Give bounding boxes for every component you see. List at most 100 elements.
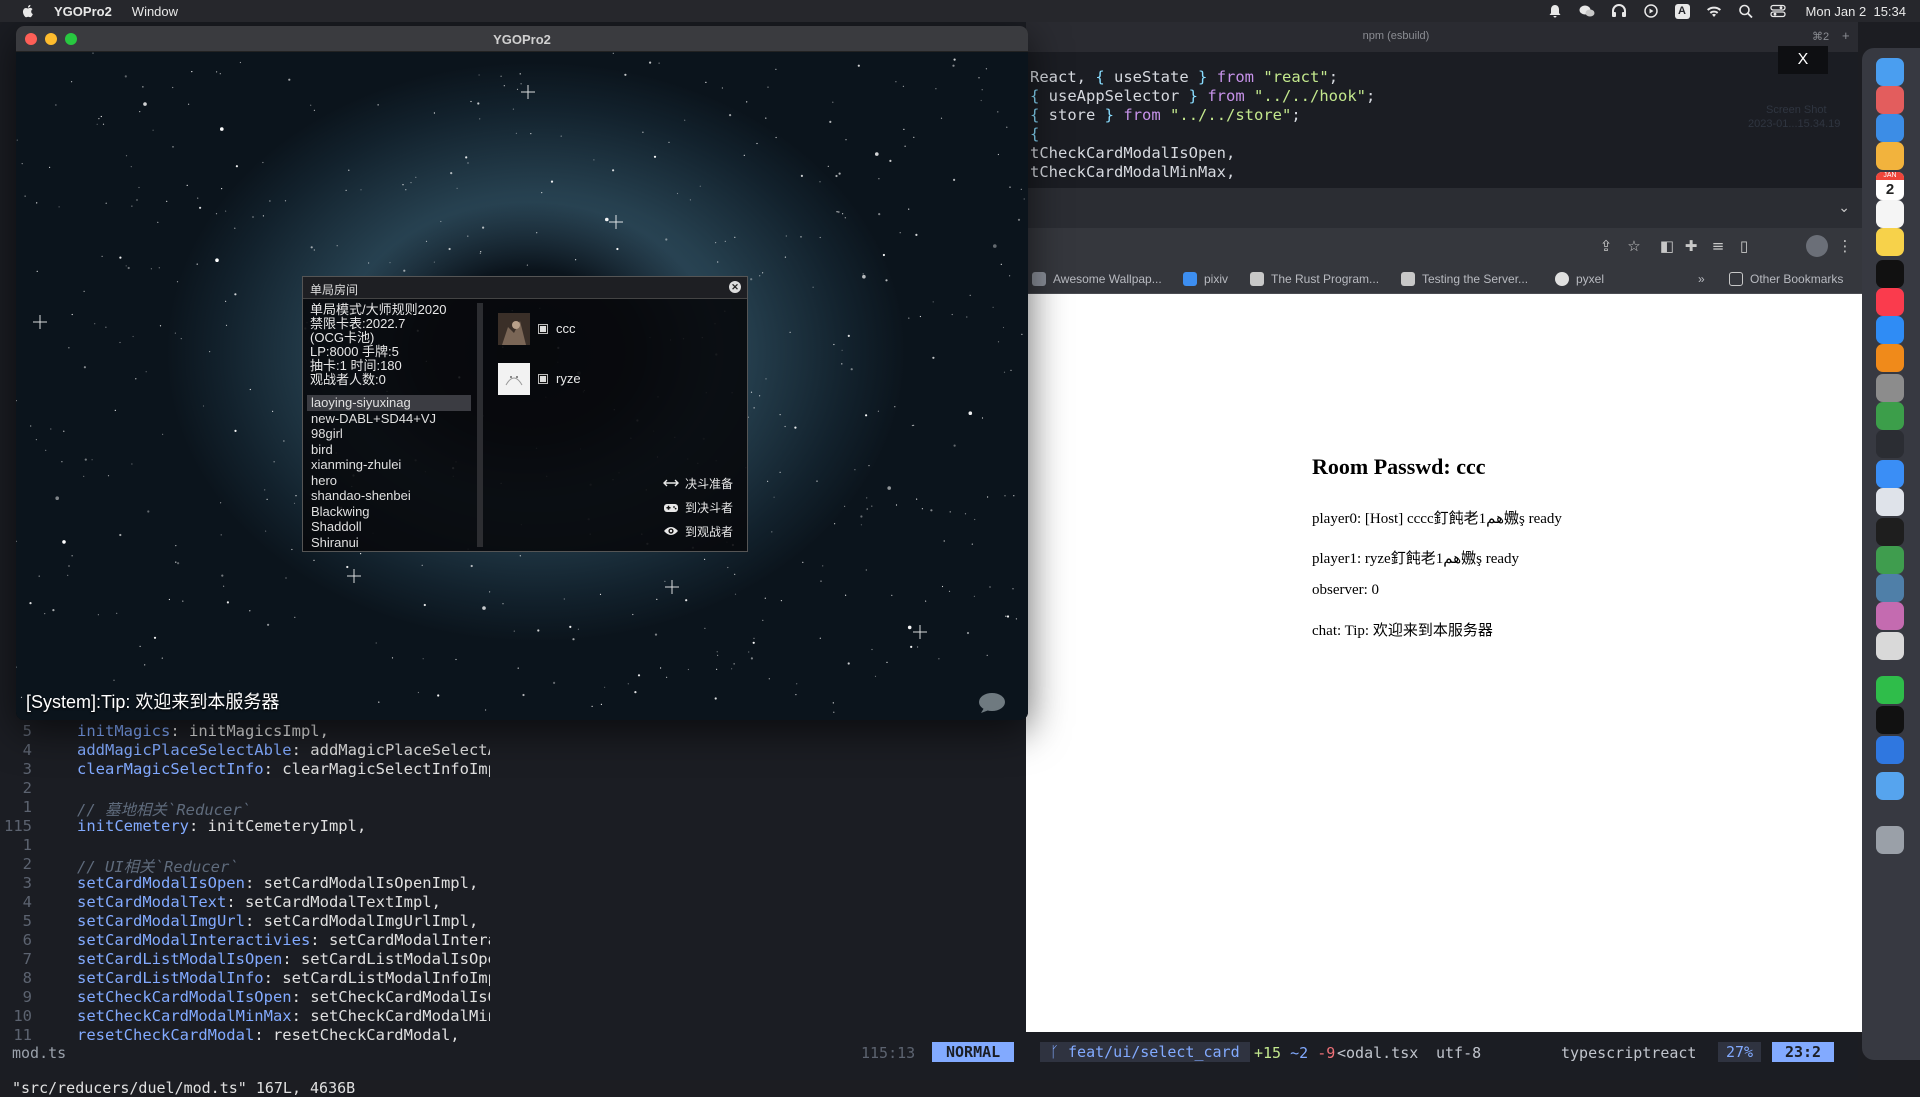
- music-icon[interactable]: [1876, 288, 1904, 316]
- settings-icon[interactable]: [1876, 374, 1904, 402]
- star: [336, 245, 338, 247]
- finder-icon[interactable]: [1876, 58, 1904, 86]
- deck-item[interactable]: xianming-zhulei: [307, 457, 471, 473]
- bookmark-item[interactable]: Testing the Server...: [1401, 272, 1528, 286]
- deck-list[interactable]: laoying-siyuxinag new-DABL+SD44+VJ 98girl b…: [307, 395, 471, 547]
- activity-icon[interactable]: [1876, 430, 1904, 458]
- bell-icon[interactable]: [1547, 4, 1563, 18]
- wechat-icon[interactable]: [1876, 676, 1904, 704]
- star: [978, 77, 980, 79]
- new-tab-icon[interactable]: +: [1842, 28, 1850, 43]
- appstore-icon[interactable]: [1876, 316, 1904, 344]
- appletv-icon[interactable]: [1876, 260, 1904, 288]
- star: [819, 637, 821, 639]
- bookmarks-overflow-icon[interactable]: »: [1698, 272, 1705, 286]
- deck-item[interactable]: Shaddoll: [307, 519, 471, 535]
- qq-icon[interactable]: [1876, 706, 1904, 734]
- terminal-close-button[interactable]: X: [1778, 46, 1828, 74]
- puzzle-icon[interactable]: ✚: [1682, 237, 1700, 255]
- code-line: { useAppSelector } from "../../hook";: [1030, 87, 1376, 105]
- launchpad-icon[interactable]: [1876, 86, 1904, 114]
- input-method-icon[interactable]: A: [1674, 3, 1690, 19]
- wifi-icon[interactable]: [1706, 4, 1722, 18]
- duel-ready-button[interactable]: 决斗准备: [663, 475, 733, 493]
- play-icon[interactable]: [1643, 4, 1659, 18]
- bookmark-item[interactable]: pixiv: [1183, 272, 1228, 286]
- close-icon[interactable]: ✕: [729, 281, 741, 293]
- deck-list-scrollbar[interactable]: [477, 303, 483, 547]
- side-panel-icon[interactable]: ▯: [1735, 237, 1753, 255]
- star: [489, 591, 491, 593]
- game-icon[interactable]: [1876, 574, 1904, 602]
- anime-icon[interactable]: [1876, 602, 1904, 630]
- reminders-icon[interactable]: [1876, 200, 1904, 228]
- deck-item[interactable]: hero: [307, 473, 471, 489]
- star-icon[interactable]: ☆: [1625, 237, 1643, 255]
- star: [313, 249, 315, 251]
- ready-checkbox[interactable]: [538, 324, 548, 334]
- control-center-icon[interactable]: [1769, 4, 1786, 18]
- other-bookmarks[interactable]: Other Bookmarks: [1729, 272, 1843, 286]
- clock[interactable]: Mon Jan 2 15:34: [1806, 4, 1906, 19]
- star: [624, 73, 627, 76]
- deck-item[interactable]: shandao-shenbei: [307, 488, 471, 504]
- bookmark-item[interactable]: The Rust Program...: [1250, 272, 1379, 286]
- bookmark-item[interactable]: Awesome Wallpap...: [1032, 272, 1162, 286]
- apple-icon[interactable]: [20, 3, 36, 19]
- mail-icon[interactable]: [1876, 114, 1904, 142]
- notes-icon[interactable]: [1876, 228, 1904, 256]
- chrome-icon[interactable]: [1876, 402, 1904, 430]
- to-observer-button[interactable]: 到观战者: [663, 523, 733, 541]
- share-icon[interactable]: ⇪: [1597, 237, 1615, 255]
- statusline-branch: ᚴ feat/ui/select_card: [1040, 1042, 1250, 1062]
- star: [1012, 588, 1014, 590]
- star: [209, 351, 211, 353]
- star: [687, 668, 690, 671]
- terminal-icon[interactable]: [1876, 518, 1904, 546]
- headphones-icon[interactable]: [1611, 4, 1627, 18]
- folder-icon[interactable]: [1876, 772, 1904, 800]
- ready-checkbox[interactable]: [538, 374, 548, 384]
- mail-client-icon[interactable]: [1876, 736, 1904, 764]
- star: [668, 141, 670, 143]
- trash-icon[interactable]: [1876, 826, 1904, 854]
- chat-bubble-icon[interactable]: [978, 692, 1006, 714]
- calendar-icon[interactable]: JAN 2: [1876, 172, 1904, 200]
- neovim-icon[interactable]: [1876, 546, 1904, 574]
- star: [16, 400, 17, 402]
- search-icon[interactable]: [1738, 4, 1754, 18]
- star: [952, 64, 955, 67]
- wechat-icon[interactable]: [1579, 4, 1595, 18]
- star: [841, 363, 843, 365]
- menu-kebab-icon[interactable]: ⋮: [1836, 237, 1854, 255]
- photos-icon[interactable]: [1876, 142, 1904, 170]
- reading-list-icon[interactable]: ≡: [1709, 237, 1727, 255]
- deck-item[interactable]: bird: [307, 442, 471, 458]
- deck-item[interactable]: Blackwing: [307, 504, 471, 520]
- star: [144, 664, 146, 666]
- star: [816, 480, 818, 482]
- deck-item[interactable]: new-DABL+SD44+VJ: [307, 411, 471, 427]
- vlc-icon[interactable]: [1876, 344, 1904, 372]
- deck-item[interactable]: 98girl: [307, 426, 471, 442]
- qq-browser-icon[interactable]: [1876, 460, 1904, 488]
- star: [235, 165, 238, 168]
- star: [36, 202, 38, 204]
- bookmark-label: The Rust Program...: [1271, 272, 1380, 286]
- extension-icon[interactable]: ◧: [1658, 237, 1676, 255]
- avatar[interactable]: [1806, 235, 1828, 257]
- preview-icon[interactable]: [1876, 488, 1904, 516]
- star: [450, 172, 453, 175]
- deck-item[interactable]: Shiranui: [307, 535, 471, 548]
- to-duelist-button[interactable]: 到决斗者: [663, 499, 733, 517]
- menu-window[interactable]: Window: [132, 4, 178, 19]
- cat-icon[interactable]: [1876, 632, 1904, 660]
- status-area: A Mon Jan 2 15:34: [1547, 0, 1906, 22]
- star: [378, 701, 380, 703]
- menu-app-name[interactable]: YGOPro2: [54, 4, 112, 19]
- to-duelist-label: 到决斗者: [685, 501, 734, 515]
- tab-search-chevron-icon[interactable]: ⌄: [1838, 200, 1850, 216]
- bookmark-item[interactable]: pyxel: [1555, 272, 1604, 286]
- deck-item[interactable]: laoying-siyuxinag: [307, 395, 471, 411]
- star: [541, 192, 543, 194]
